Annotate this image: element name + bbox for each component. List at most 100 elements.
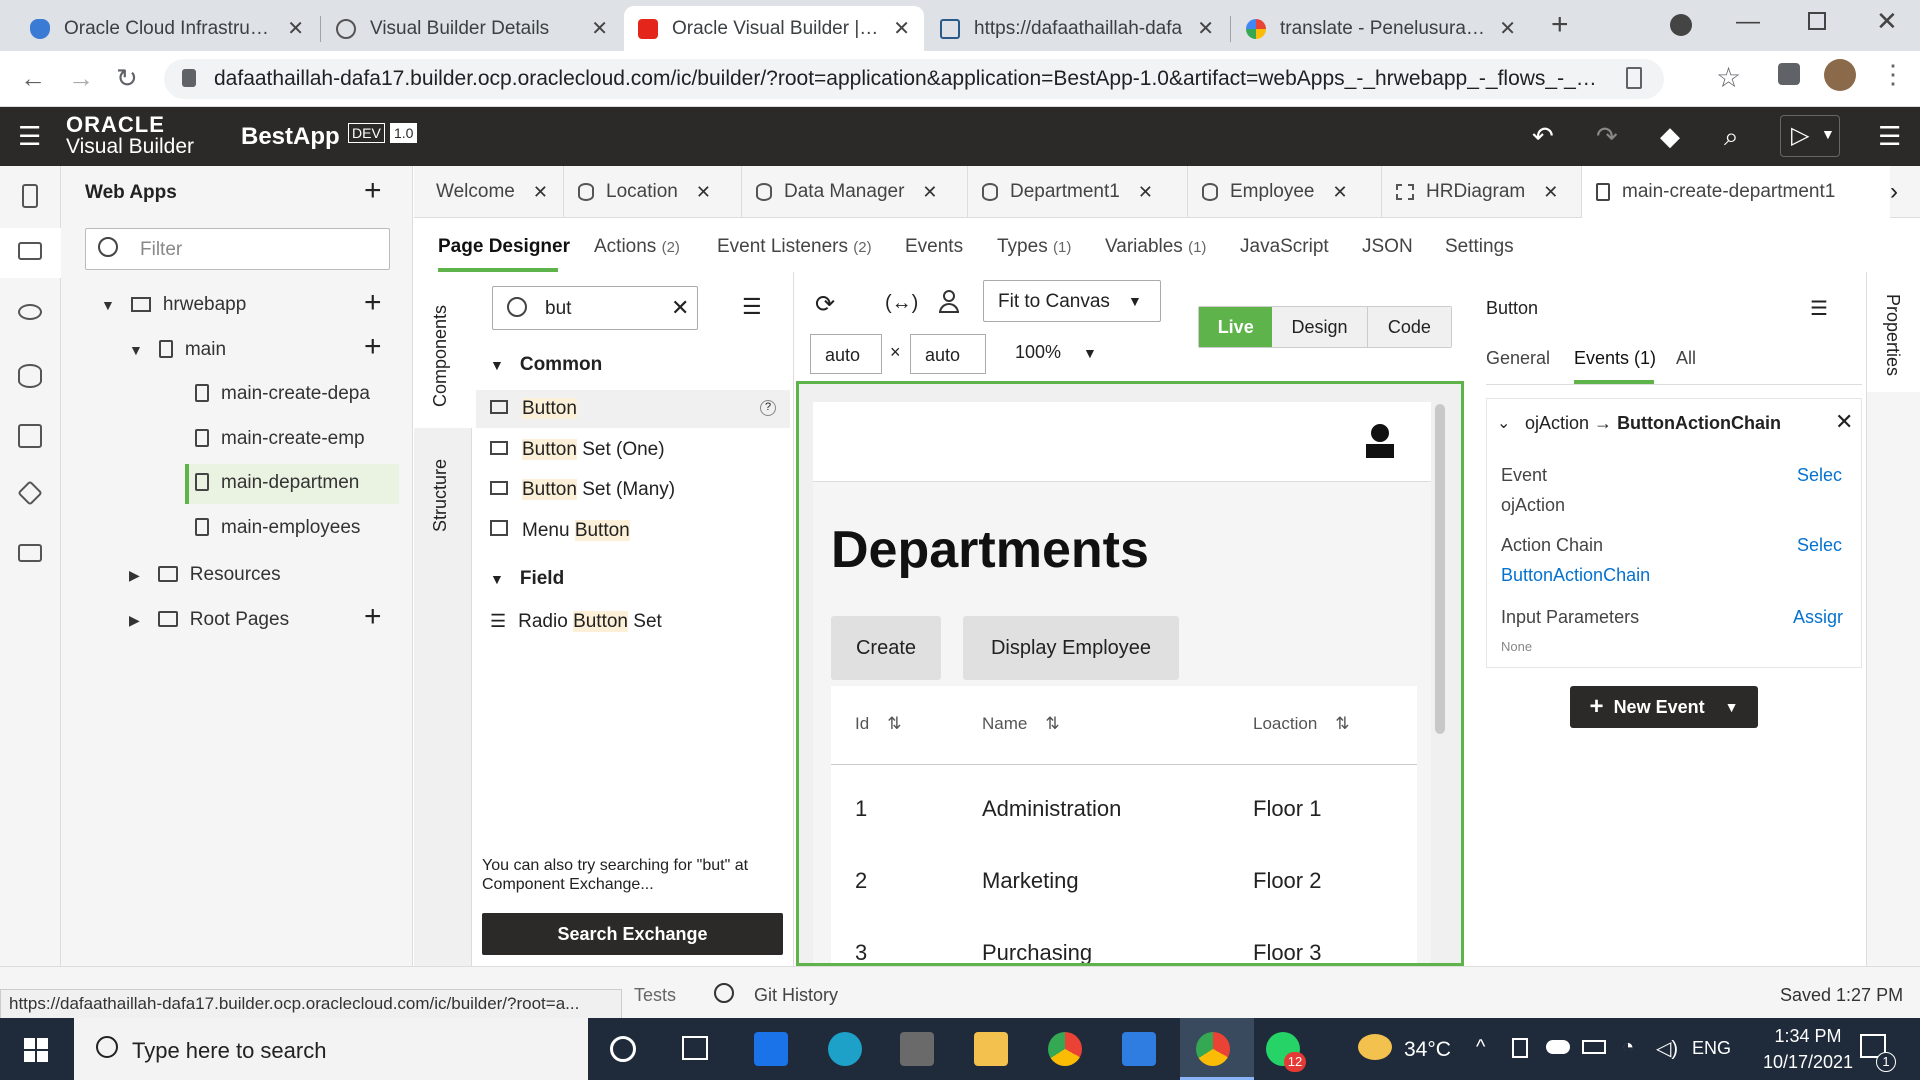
browser-menu-icon[interactable]: ⋮: [1880, 59, 1906, 90]
clipboard-icon[interactable]: [1626, 67, 1642, 89]
tree-item-root-pages[interactable]: ▶ Root Pages: [129, 609, 289, 631]
tree-item-page[interactable]: main-create-emp: [195, 428, 365, 450]
todo-icon[interactable]: [1122, 1032, 1156, 1066]
group-common[interactable]: ▼ Common: [490, 354, 602, 376]
browser-tab-active[interactable]: Oracle Visual Builder | Bes ✕: [624, 6, 924, 51]
browser-tab-oracle-cloud[interactable]: Oracle Cloud Infrastructur ✕: [16, 6, 318, 51]
redo-icon[interactable]: ↷: [1596, 121, 1618, 152]
reload-icon[interactable]: ↻: [116, 63, 138, 94]
select-chain-link[interactable]: Selec: [1797, 535, 1842, 556]
tab-data-manager[interactable]: Data Manager ✕: [742, 166, 968, 218]
subtab-events[interactable]: Events: [905, 236, 963, 258]
tree-item-resources[interactable]: ▶ Resources: [129, 564, 281, 586]
chrome-active-icon[interactable]: [1196, 1032, 1230, 1066]
minimize-icon[interactable]: —: [1736, 8, 1760, 36]
tab-components[interactable]: Components: [430, 305, 451, 407]
add-flow-button[interactable]: +: [364, 286, 382, 320]
subtab-page-designer[interactable]: Page Designer: [438, 236, 570, 258]
component-radio-button-set[interactable]: ☰ Radio Button Set: [490, 611, 662, 633]
git-history-tab[interactable]: Git History: [754, 985, 838, 1006]
canvas-height-input[interactable]: auto: [910, 334, 986, 374]
language-indicator[interactable]: ENG: [1692, 1038, 1731, 1059]
mode-code[interactable]: Code: [1367, 307, 1452, 347]
processes-icon[interactable]: [17, 480, 43, 506]
store-icon[interactable]: [900, 1032, 934, 1066]
source-view-icon[interactable]: [18, 544, 42, 562]
tree-item-hrwebapp[interactable]: ▼ hrwebapp: [101, 294, 246, 316]
forward-icon[interactable]: →: [68, 63, 94, 94]
display-employee-button[interactable]: Display Employee: [963, 616, 1179, 680]
search-exchange-button[interactable]: Search Exchange: [482, 913, 783, 955]
new-event-button[interactable]: + New Event ▼: [1570, 686, 1758, 728]
extensions-icon[interactable]: [1778, 63, 1800, 85]
taskbar-search[interactable]: Type here to search: [74, 1018, 588, 1080]
subtab-event-listeners[interactable]: Event Listeners (2): [717, 236, 872, 258]
chrome-icon[interactable]: [1048, 1032, 1082, 1066]
file-explorer-icon[interactable]: [974, 1032, 1008, 1066]
close-tab-icon[interactable]: ✕: [1197, 16, 1214, 41]
task-view-icon[interactable]: [682, 1036, 708, 1060]
hamburger-menu-icon[interactable]: ☰: [18, 121, 41, 152]
undo-icon[interactable]: ↶: [1532, 121, 1554, 152]
run-button[interactable]: ▷ ▼: [1780, 115, 1840, 157]
add-root-page-button[interactable]: +: [364, 600, 382, 634]
subtab-settings[interactable]: Settings: [1445, 236, 1514, 258]
prop-tab-all[interactable]: All: [1676, 348, 1696, 369]
clock-time[interactable]: 1:34 PM: [1758, 1026, 1858, 1047]
battery-icon[interactable]: [1582, 1040, 1606, 1054]
help-icon[interactable]: ?: [760, 400, 776, 416]
add-page-button[interactable]: +: [364, 330, 382, 364]
clock-date[interactable]: 10/17/2021: [1748, 1052, 1868, 1073]
new-tab-button[interactable]: +: [1551, 8, 1569, 42]
group-field[interactable]: ▼ Field: [490, 568, 564, 590]
create-button[interactable]: Create: [831, 616, 941, 680]
design-canvas[interactable]: Departments Create Display Employee Id ⇅ …: [796, 381, 1464, 966]
git-icon[interactable]: ◆: [1660, 121, 1680, 152]
collapse-icon[interactable]: ⌄: [1497, 413, 1510, 433]
weather-icon[interactable]: [1358, 1034, 1392, 1060]
tree-item-page-selected[interactable]: main-departmen: [195, 472, 359, 494]
component-button[interactable]: Button: [490, 398, 577, 420]
web-apps-icon[interactable]: [18, 242, 42, 260]
subtab-actions[interactable]: Actions (2): [594, 236, 680, 258]
tab-search-icon[interactable]: [1670, 14, 1692, 36]
close-tab-icon[interactable]: ✕: [591, 16, 608, 41]
tab-properties[interactable]: Properties: [1882, 294, 1903, 376]
subtab-variables[interactable]: Variables (1): [1105, 236, 1206, 258]
refresh-icon[interactable]: ⟳: [815, 290, 835, 319]
canvas-scrollbar[interactable]: [1435, 404, 1445, 734]
device-icon[interactable]: [1512, 1038, 1528, 1058]
tab-employee[interactable]: Employee ✕: [1188, 166, 1382, 218]
mail-icon[interactable]: [754, 1032, 788, 1066]
user-role-icon[interactable]: [939, 290, 959, 314]
search-icon[interactable]: ⌕: [1724, 121, 1739, 153]
mobile-apps-icon[interactable]: [22, 184, 38, 208]
tab-location[interactable]: Location ✕: [564, 166, 742, 218]
prop-tab-events[interactable]: Events (1): [1574, 348, 1656, 369]
tests-tab[interactable]: Tests: [634, 985, 676, 1006]
fit-to-canvas-dropdown[interactable]: Fit to Canvas ▼: [983, 280, 1161, 322]
palette-menu-icon[interactable]: ☰: [742, 294, 762, 320]
browser-tab-vb-details[interactable]: Visual Builder Details ✕: [322, 6, 622, 51]
add-web-app-button[interactable]: +: [364, 174, 382, 208]
zoom-dropdown[interactable]: 100% ▼: [1015, 342, 1097, 363]
component-button-set-one[interactable]: Button Set (One): [490, 439, 665, 461]
properties-menu-icon[interactable]: ☰: [1810, 296, 1828, 321]
chevron-up-icon[interactable]: ^: [1476, 1036, 1485, 1059]
select-event-link[interactable]: Selec: [1797, 465, 1842, 486]
mode-design[interactable]: Design: [1272, 307, 1368, 347]
component-button-set-many[interactable]: Button Set (Many): [490, 479, 675, 501]
prop-tab-general[interactable]: General: [1486, 348, 1550, 369]
user-avatar-icon[interactable]: [1371, 424, 1389, 442]
column-header-name[interactable]: Name ⇅: [982, 714, 1060, 734]
cortana-icon[interactable]: [610, 1036, 636, 1062]
subtab-types[interactable]: Types (1): [997, 236, 1071, 258]
bookmark-star-icon[interactable]: ☆: [1716, 61, 1741, 94]
chevron-right-icon[interactable]: ›: [1890, 178, 1898, 206]
tab-main-create-department1[interactable]: main-create-department1: [1582, 166, 1890, 218]
restore-icon[interactable]: [1808, 12, 1826, 30]
event-card-header[interactable]: ojAction → ButtonActionChain: [1525, 413, 1781, 434]
close-icon[interactable]: ✕: [1835, 409, 1853, 435]
close-tab-icon[interactable]: ✕: [1499, 16, 1516, 41]
browser-tab-translate[interactable]: translate - Penelusuran Go ✕: [1232, 6, 1530, 51]
